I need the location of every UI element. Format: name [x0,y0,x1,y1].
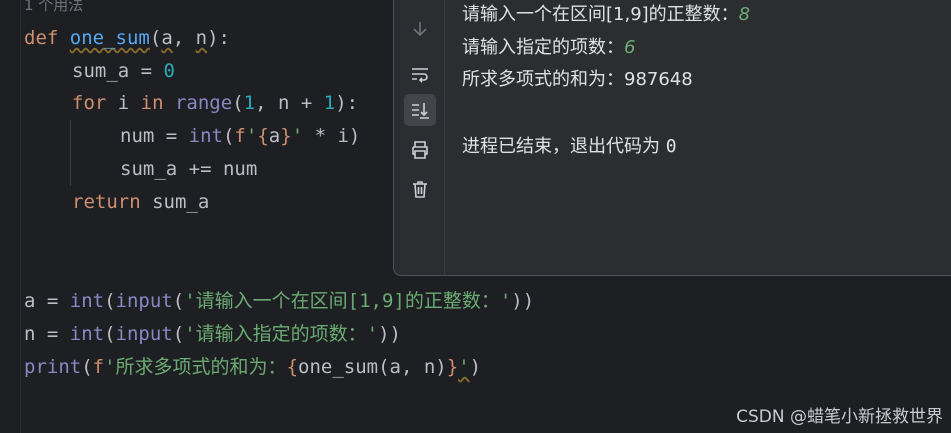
code-line-a[interactable]: a = int(input('请输入一个在区间[1,9]的正整数：')) [24,287,534,315]
paren: ( [172,323,185,345]
var-a: a [268,125,281,147]
number-literal: 1 [323,92,336,114]
brace: { [257,125,269,147]
for-var: i [106,92,141,114]
keyword-return: return [72,191,141,213]
run-toolbar [394,0,445,275]
console-result-value: 987648 [624,69,693,90]
range-mid: , n + [255,92,324,114]
run-output-panel: 请输入一个在区间[1,9]的正整数：8 请输入指定的项数：6 所求多项式的和为：… [393,0,951,276]
code-line-sum-init[interactable]: sum_a = 0 [72,57,175,85]
code-line-n[interactable]: n = int(input('请输入指定的项数：')) [24,320,401,348]
clear-button[interactable] [404,173,436,205]
code-line-return[interactable]: return sum_a [72,188,209,216]
builtin-int: int [188,125,223,147]
indent-guide [70,120,71,186]
brace: } [446,356,459,378]
param-a: a [161,27,173,49]
paren: )) [378,323,401,345]
console-input-value: 6 [624,37,636,58]
n-lhs: n = [24,323,70,345]
arrow-down-button[interactable] [404,13,436,45]
fstring-prefix: f [234,125,246,147]
paren: ( [172,290,185,312]
brace: { [286,356,299,378]
paren: ( [104,290,116,312]
console-prompt: 请输入指定的项数： [462,37,624,58]
keyword-for: for [72,92,107,114]
exit-message: 进程已结束，退出代码为 0 [462,133,677,161]
keyword-def: def [24,27,59,49]
soft-wrap-icon [412,68,428,83]
builtin-int: int [69,290,105,312]
param-n: n [195,27,208,49]
call-one-sum: one_sum(a, n) [298,356,447,378]
brace: } [280,125,292,147]
paren: ( [222,125,235,147]
code-line-for[interactable]: for i in range(1, n + 1): [72,89,358,117]
code-line-def[interactable]: def one_sum(a, n): [24,24,230,52]
paren: ( [104,323,116,345]
trash-icon [413,181,427,198]
gutter-divider [20,0,21,433]
builtin-range: range [163,92,233,114]
quote: ' [291,125,304,147]
num-rest: * i) [303,125,361,147]
scroll-to-end-icon [412,103,429,119]
builtin-print: print [24,356,82,378]
paren-colon: ): [335,92,359,114]
soft-wrap-button[interactable] [404,58,436,90]
string-literal: '所求多项式的和为： [104,356,287,378]
return-value: sum_a [140,191,210,213]
scroll-to-end-button[interactable] [404,94,436,126]
quote: ' [245,125,258,147]
console-line: 请输入指定的项数：6 [462,34,635,62]
code-line-sum-add[interactable]: sum_a += num [120,155,257,183]
console-input-value: 8 [738,4,751,25]
code-line-num[interactable]: num = int(f'{a}' * i) [120,122,360,150]
num-lhs: num = [120,125,189,147]
watermark: CSDN @蜡笔小新拯救世界 [736,407,943,427]
print-button[interactable] [404,134,436,166]
quote: ' [458,356,470,378]
string-literal: '请输入一个在区间[1,9]的正整数：' [184,290,512,312]
exit-code: 0 [665,136,677,157]
paren: ( [149,27,162,49]
console-output[interactable]: 请输入一个在区间[1,9]的正整数：8 请输入指定的项数：6 所求多项式的和为：… [462,0,951,275]
arrow-down-icon [413,22,427,37]
paren: ( [81,356,93,378]
builtin-input: input [115,290,173,312]
builtin-int: int [69,323,105,345]
a-lhs: a = [24,290,70,312]
code-line-print[interactable]: print(f'所求多项式的和为：{one_sum(a, n)}') [24,353,481,381]
number-literal: 1 [243,92,256,114]
console-line: 所求多项式的和为：987648 [462,66,693,94]
paren: ( [232,92,244,114]
sum-init-lhs: sum_a = [72,60,164,82]
paren-colon: ): [207,27,230,49]
usage-hint[interactable]: 1 个用法 [24,0,83,15]
exit-text: 进程已结束，退出代码为 [462,136,666,157]
paren: )) [511,290,535,312]
builtin-input: input [115,323,173,345]
paren: ) [469,356,482,378]
number-literal: 0 [163,60,175,82]
console-prompt: 所求多项式的和为： [462,69,624,90]
keyword-in: in [140,92,164,114]
console-line: 请输入一个在区间[1,9]的正整数：8 [462,1,750,29]
comma: , [172,27,196,49]
sum-add: sum_a += num [120,158,258,180]
fstring-prefix: f [92,356,105,378]
print-icon [412,141,428,159]
console-prompt: 请输入一个在区间[1,9]的正整数： [462,4,739,25]
function-name: one_sum [69,27,150,49]
string-literal: '请输入指定的项数：' [184,323,379,345]
